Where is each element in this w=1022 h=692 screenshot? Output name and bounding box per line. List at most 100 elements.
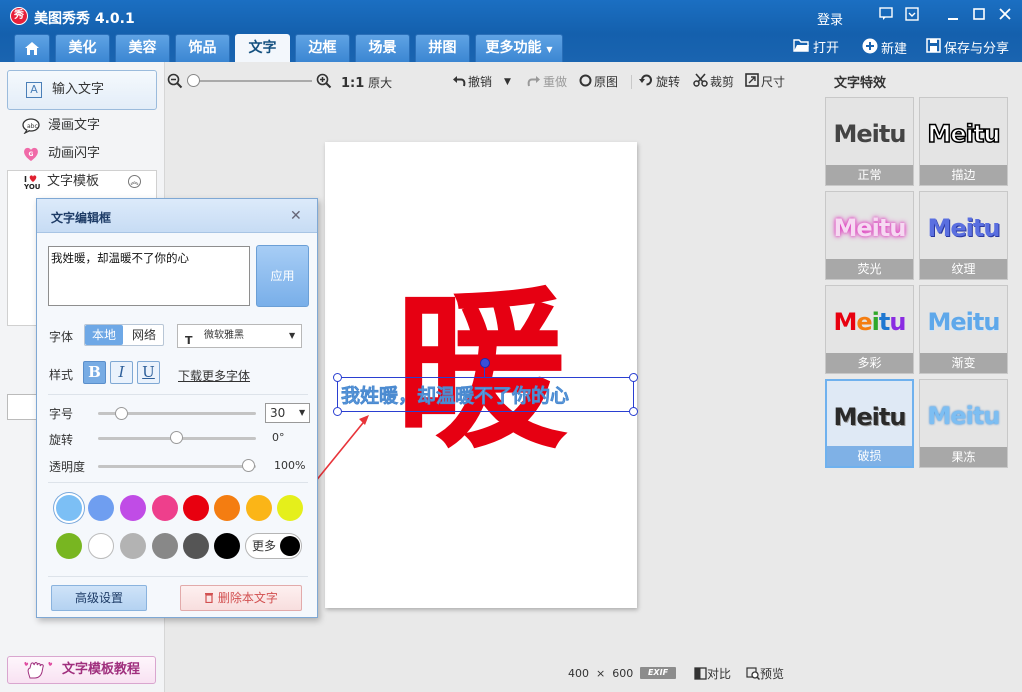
resize-button[interactable]: 尺寸 xyxy=(745,73,785,91)
canvas-text-layer[interactable]: 我姓暖，却温暖不了你的心 xyxy=(341,381,570,408)
text-effect-tile[interactable]: Meitu 多彩 xyxy=(825,285,914,374)
resize-handle-top-right[interactable] xyxy=(629,373,638,382)
font-family-select[interactable]: T 微软雅黑 ▼ xyxy=(177,324,302,348)
zoom-in-icon[interactable] xyxy=(316,73,332,92)
text-effect-tile[interactable]: Meitu 破损 xyxy=(825,379,914,468)
effect-preview-letter: M xyxy=(833,308,858,336)
dialog-close-icon[interactable]: ✕ xyxy=(290,208,302,224)
bold-toggle[interactable]: B xyxy=(83,361,106,384)
color-swatch[interactable] xyxy=(214,533,240,559)
color-swatch[interactable] xyxy=(183,495,209,521)
color-swatch[interactable] xyxy=(120,533,146,559)
color-swatch[interactable] xyxy=(152,533,178,559)
effect-preview-letter: t xyxy=(878,308,891,336)
canvas-large-character: 暖 xyxy=(395,271,567,472)
color-swatch[interactable] xyxy=(56,533,82,559)
color-swatch[interactable] xyxy=(246,495,272,521)
italic-toggle[interactable]: I xyxy=(110,361,133,384)
maximize-icon[interactable] xyxy=(970,7,988,25)
text-template-tutorial-button[interactable]: 文字模板教程 xyxy=(7,656,156,684)
delete-text-button[interactable]: 删除本文字 xyxy=(180,585,302,611)
minimize-icon[interactable] xyxy=(944,7,962,25)
tab-beautify[interactable]: 美化 xyxy=(55,34,110,62)
close-icon[interactable] xyxy=(996,7,1014,25)
rotate-label: 旋转 xyxy=(656,75,681,89)
redo-button[interactable]: 重做 xyxy=(527,73,567,91)
original-size-button[interactable]: 1:1 原大 xyxy=(341,74,392,91)
crop-button[interactable]: 裁剪 xyxy=(693,73,734,91)
preview-button[interactable]: 预览 xyxy=(746,665,784,682)
tab-accessories[interactable]: 饰品 xyxy=(175,34,230,62)
original-image-button[interactable]: 原图 xyxy=(579,73,618,91)
text-effect-tile[interactable]: Meitu 纹理 xyxy=(919,191,1008,280)
exif-button[interactable]: EXIF xyxy=(640,667,676,679)
font-local-tab[interactable]: 本地 xyxy=(85,325,123,345)
divider xyxy=(48,576,308,577)
ratio-text: 1:1 xyxy=(341,76,365,91)
apply-button[interactable]: 应用 xyxy=(256,245,309,307)
open-button[interactable]: 打开 xyxy=(793,38,839,58)
text-effects-title: 文字特效 xyxy=(834,76,887,91)
tab-collage[interactable]: 拼图 xyxy=(415,34,470,62)
text-effect-tile[interactable]: Meitu 正常 xyxy=(825,97,914,186)
tab-beauty[interactable]: 美容 xyxy=(115,34,170,62)
opacity-slider-track[interactable] xyxy=(98,465,256,468)
font-size-select[interactable]: 30 ▼ xyxy=(265,403,310,423)
font-size-slider-thumb[interactable] xyxy=(115,407,128,420)
animated-text-item[interactable]: G 动画闪字 xyxy=(22,145,100,163)
color-swatch[interactable] xyxy=(183,533,209,559)
chevron-down-icon: ▼ xyxy=(299,408,306,417)
advanced-settings-button[interactable]: 高级设置 xyxy=(51,585,147,611)
download-fonts-link[interactable]: 下载更多字体 xyxy=(178,367,250,384)
undo-dropdown-icon[interactable]: ▼ xyxy=(504,73,511,91)
compare-button[interactable]: 对比 xyxy=(694,665,731,682)
toolbar-divider xyxy=(631,75,632,89)
resize-handle-bottom-right[interactable] xyxy=(629,407,638,416)
current-color-dot xyxy=(280,536,300,556)
color-swatch[interactable] xyxy=(56,495,82,521)
zoom-slider-track[interactable] xyxy=(190,80,312,82)
font-web-tab[interactable]: 网络 xyxy=(125,325,163,345)
rotate-handle[interactable] xyxy=(480,358,490,368)
zoom-out-icon[interactable] xyxy=(167,73,183,92)
text-effect-tile[interactable]: Meitu 果冻 xyxy=(919,379,1008,468)
comic-text-item[interactable]: abc 漫画文字 xyxy=(22,117,100,135)
tab-home[interactable] xyxy=(14,34,50,62)
tab-scene[interactable]: 场景 xyxy=(355,34,410,62)
opacity-slider-thumb[interactable] xyxy=(242,459,255,472)
divider xyxy=(48,482,308,483)
zoom-slider-thumb[interactable] xyxy=(187,74,200,87)
svg-text:G: G xyxy=(29,151,34,158)
collapse-up-icon[interactable]: ︽ xyxy=(128,175,141,188)
tab-more-features[interactable]: 更多功能 ▼ xyxy=(475,34,563,62)
text-effect-tile[interactable]: Meitu 荧光 xyxy=(825,191,914,280)
color-swatch[interactable] xyxy=(120,495,146,521)
color-swatch[interactable] xyxy=(277,495,303,521)
chevron-down-icon: ▼ xyxy=(289,331,296,340)
underline-toggle[interactable]: U xyxy=(137,361,160,384)
color-swatch[interactable] xyxy=(88,495,114,521)
text-effect-tile[interactable]: Meitu 描边 xyxy=(919,97,1008,186)
more-colors-button[interactable]: 更多 xyxy=(245,533,302,559)
rotation-slider-thumb[interactable] xyxy=(170,431,183,444)
feedback-icon[interactable] xyxy=(877,7,895,25)
preview-icon xyxy=(746,667,761,681)
effect-preview-text: Meitu xyxy=(927,308,1001,336)
tab-text[interactable]: 文字 xyxy=(235,34,290,62)
tab-frame[interactable]: 边框 xyxy=(295,34,350,62)
undo-button[interactable]: 撤销 xyxy=(452,73,492,91)
save-share-button[interactable]: 保存与分享 xyxy=(926,38,1009,58)
color-swatch[interactable] xyxy=(152,495,178,521)
rotate-button[interactable]: 旋转 xyxy=(639,73,680,91)
new-button[interactable]: 新建 xyxy=(862,38,907,58)
login-link[interactable]: 登录 xyxy=(817,9,843,28)
text-effect-tile[interactable]: Meitu 渐变 xyxy=(919,285,1008,374)
text-content-input[interactable]: 我姓暖，却温暖不了你的心 xyxy=(48,246,250,306)
color-swatch[interactable] xyxy=(88,533,114,559)
resize-handle-top-left[interactable] xyxy=(333,373,342,382)
dialog-header[interactable]: 文字编辑框 ✕ xyxy=(37,199,317,233)
input-text-button[interactable]: A 输入文字 xyxy=(7,70,157,110)
opacity-value: 100% xyxy=(274,459,306,472)
skin-icon[interactable] xyxy=(903,7,921,25)
color-swatch[interactable] xyxy=(214,495,240,521)
